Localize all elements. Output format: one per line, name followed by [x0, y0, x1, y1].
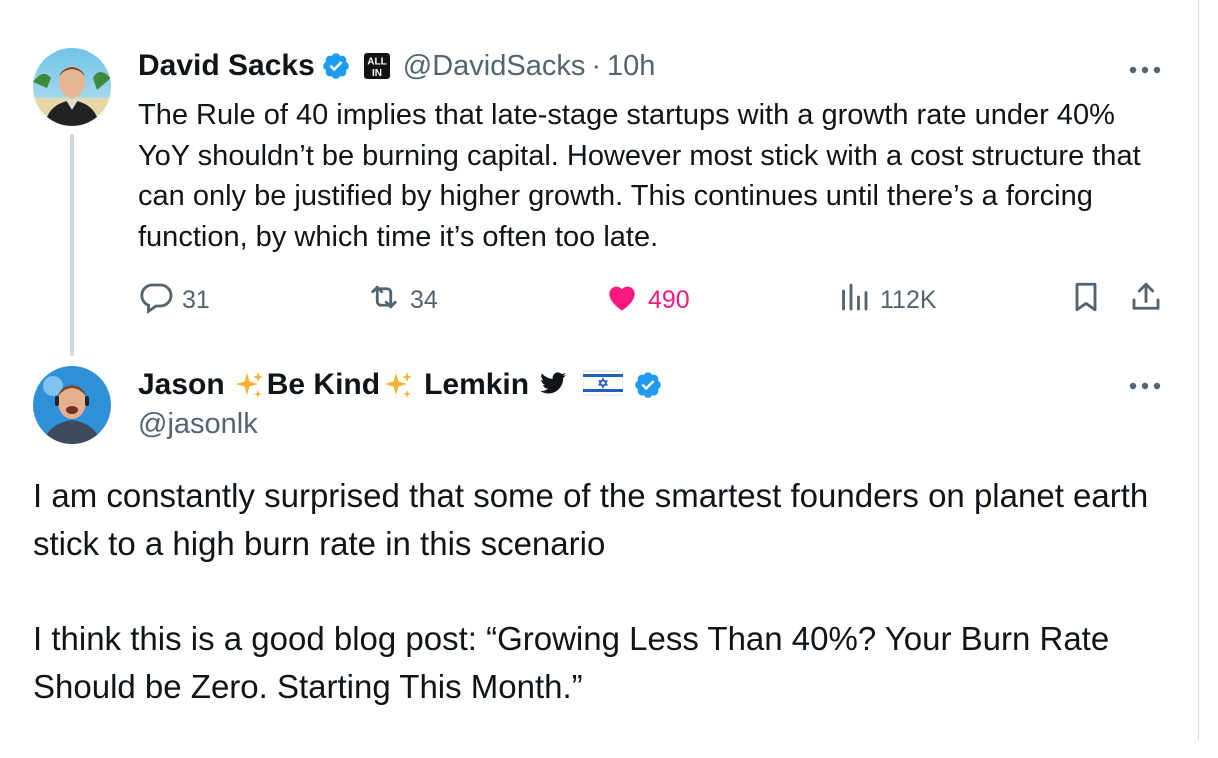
- like-button[interactable]: 490: [604, 280, 690, 320]
- author-name-part-3[interactable]: Lemkin: [424, 368, 529, 402]
- author-handle[interactable]: @DavidSacks: [403, 50, 586, 83]
- heart-icon: [604, 279, 640, 322]
- views-count: 112K: [880, 285, 937, 314]
- retweet-icon: [366, 279, 402, 322]
- verified-badge-icon[interactable]: [321, 51, 351, 81]
- reply-button[interactable]: 31: [138, 280, 210, 320]
- tweet-actions-bar: 31 34 490 112K: [138, 280, 1168, 320]
- thread-connector-line: [70, 134, 74, 356]
- main-tweet-header: Jason Be Kind Lemkin: [138, 365, 663, 405]
- author-name[interactable]: David Sacks: [138, 49, 315, 83]
- parent-tweet-header: David Sacks ALL IN @DavidSacks · 10h: [138, 46, 655, 86]
- author-name-part-2[interactable]: Be Kind: [267, 368, 380, 402]
- bookmark-icon: [1068, 279, 1104, 322]
- author-name-part-1[interactable]: Jason: [138, 368, 225, 402]
- bookmark-button[interactable]: [1068, 280, 1104, 320]
- reply-count: 31: [182, 285, 210, 314]
- main-tweet-text: I am constantly surprised that some of t…: [33, 472, 1183, 758]
- sparkles-icon: [382, 369, 414, 401]
- author-handle[interactable]: @jasonlk: [138, 408, 258, 441]
- views-button[interactable]: 112K: [836, 280, 937, 320]
- share-icon: [1128, 279, 1164, 322]
- sparkles-icon: [233, 369, 265, 401]
- tweet-paragraph: I think this is a good blog post: “Growi…: [33, 620, 1110, 705]
- svg-text:IN: IN: [372, 68, 382, 79]
- svg-text:ALL: ALL: [367, 57, 386, 68]
- repost-count: 34: [410, 285, 438, 314]
- twitter-bird-icon: [539, 369, 571, 401]
- more-options-icon[interactable]: [1128, 62, 1162, 74]
- tweet-paragraph: I am constantly surprised that some of t…: [33, 477, 1149, 562]
- more-options-icon[interactable]: [1128, 378, 1162, 390]
- share-button[interactable]: [1128, 280, 1164, 320]
- parent-tweet-text: The Rule of 40 implies that late-stage s…: [138, 99, 1141, 253]
- avatar-david-sacks[interactable]: [33, 48, 111, 126]
- separator-dot: ·: [591, 49, 602, 82]
- tweet-timestamp[interactable]: 10h: [607, 50, 655, 83]
- israel-flag-icon: [582, 369, 624, 401]
- avatar-jason-lemkin[interactable]: [33, 366, 111, 444]
- verified-badge-icon[interactable]: [633, 370, 663, 400]
- allin-badge-icon[interactable]: ALL IN: [363, 52, 391, 80]
- right-border: [1198, 0, 1199, 740]
- repost-button[interactable]: 34: [366, 280, 438, 320]
- like-count: 490: [648, 285, 690, 314]
- reply-icon: [138, 279, 174, 322]
- views-icon: [836, 279, 872, 322]
